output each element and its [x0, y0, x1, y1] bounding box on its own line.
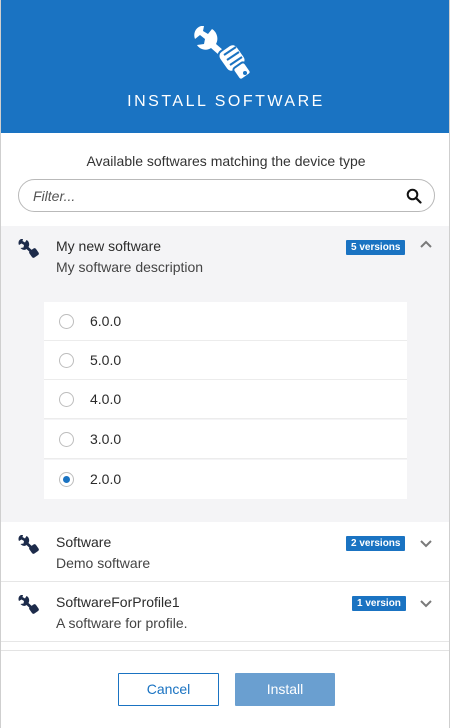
radio-button[interactable]: [59, 314, 74, 329]
radio-button[interactable]: [59, 432, 74, 447]
radio-button-selected[interactable]: [59, 472, 74, 487]
software-name: Software: [56, 534, 112, 550]
filter-field[interactable]: [18, 179, 435, 212]
version-label: 2.0.0: [90, 471, 122, 487]
versions-badge: 1 version: [352, 596, 406, 611]
software-list: My new software My software description …: [1, 226, 449, 650]
software-item-softwareforprofile1[interactable]: SoftwareForProfile1 A software for profi…: [1, 582, 449, 642]
software-description: Demo software: [56, 555, 151, 571]
dialog-title: INSTALL SOFTWARE: [127, 93, 325, 110]
version-label: 6.0.0: [90, 313, 122, 329]
filter-input[interactable]: [33, 187, 393, 205]
version-label: 3.0.0: [90, 431, 122, 447]
radio-button[interactable]: [59, 392, 74, 407]
versions-badge: 2 versions: [346, 536, 406, 551]
chevron-up-icon[interactable]: [419, 239, 433, 249]
search-icon[interactable]: [406, 188, 422, 204]
dialog-header: INSTALL SOFTWARE: [1, 0, 449, 133]
version-list: 6.0.0 5.0.0 4.0.0 3.0.0 2.0.0: [1, 286, 449, 522]
software-icon: [18, 535, 39, 554]
software-item-my-new-software[interactable]: My new software My software description …: [1, 226, 449, 286]
version-option-4-0-0[interactable]: 4.0.0: [44, 380, 407, 419]
software-icon: [18, 595, 39, 614]
version-option-5-0-0[interactable]: 5.0.0: [44, 341, 407, 380]
wrench-hand-icon: [194, 26, 252, 81]
software-name: My new software: [56, 238, 162, 254]
software-item-software[interactable]: Software Demo software 2 versions: [1, 522, 449, 582]
dialog-subtitle: Available softwares matching the device …: [86, 153, 366, 169]
software-description: A software for profile.: [56, 615, 188, 631]
install-software-dialog: INSTALL SOFTWARE Available softwares mat…: [0, 0, 450, 728]
software-icon: [18, 239, 39, 258]
cancel-button[interactable]: Cancel: [118, 673, 219, 706]
version-label: 4.0.0: [90, 391, 122, 407]
install-button[interactable]: Install: [235, 673, 335, 706]
chevron-down-icon[interactable]: [419, 599, 433, 609]
version-option-6-0-0[interactable]: 6.0.0: [44, 302, 407, 341]
radio-button[interactable]: [59, 353, 74, 368]
version-option-2-0-0[interactable]: 2.0.0: [44, 460, 407, 499]
dialog-footer: Cancel Install: [1, 650, 449, 728]
software-name: SoftwareForProfile1: [56, 594, 180, 610]
chevron-down-icon[interactable]: [419, 539, 433, 549]
versions-badge: 5 versions: [346, 240, 406, 255]
version-label: 5.0.0: [90, 352, 122, 368]
software-description: My software description: [56, 259, 204, 275]
version-option-3-0-0[interactable]: 3.0.0: [44, 420, 407, 459]
